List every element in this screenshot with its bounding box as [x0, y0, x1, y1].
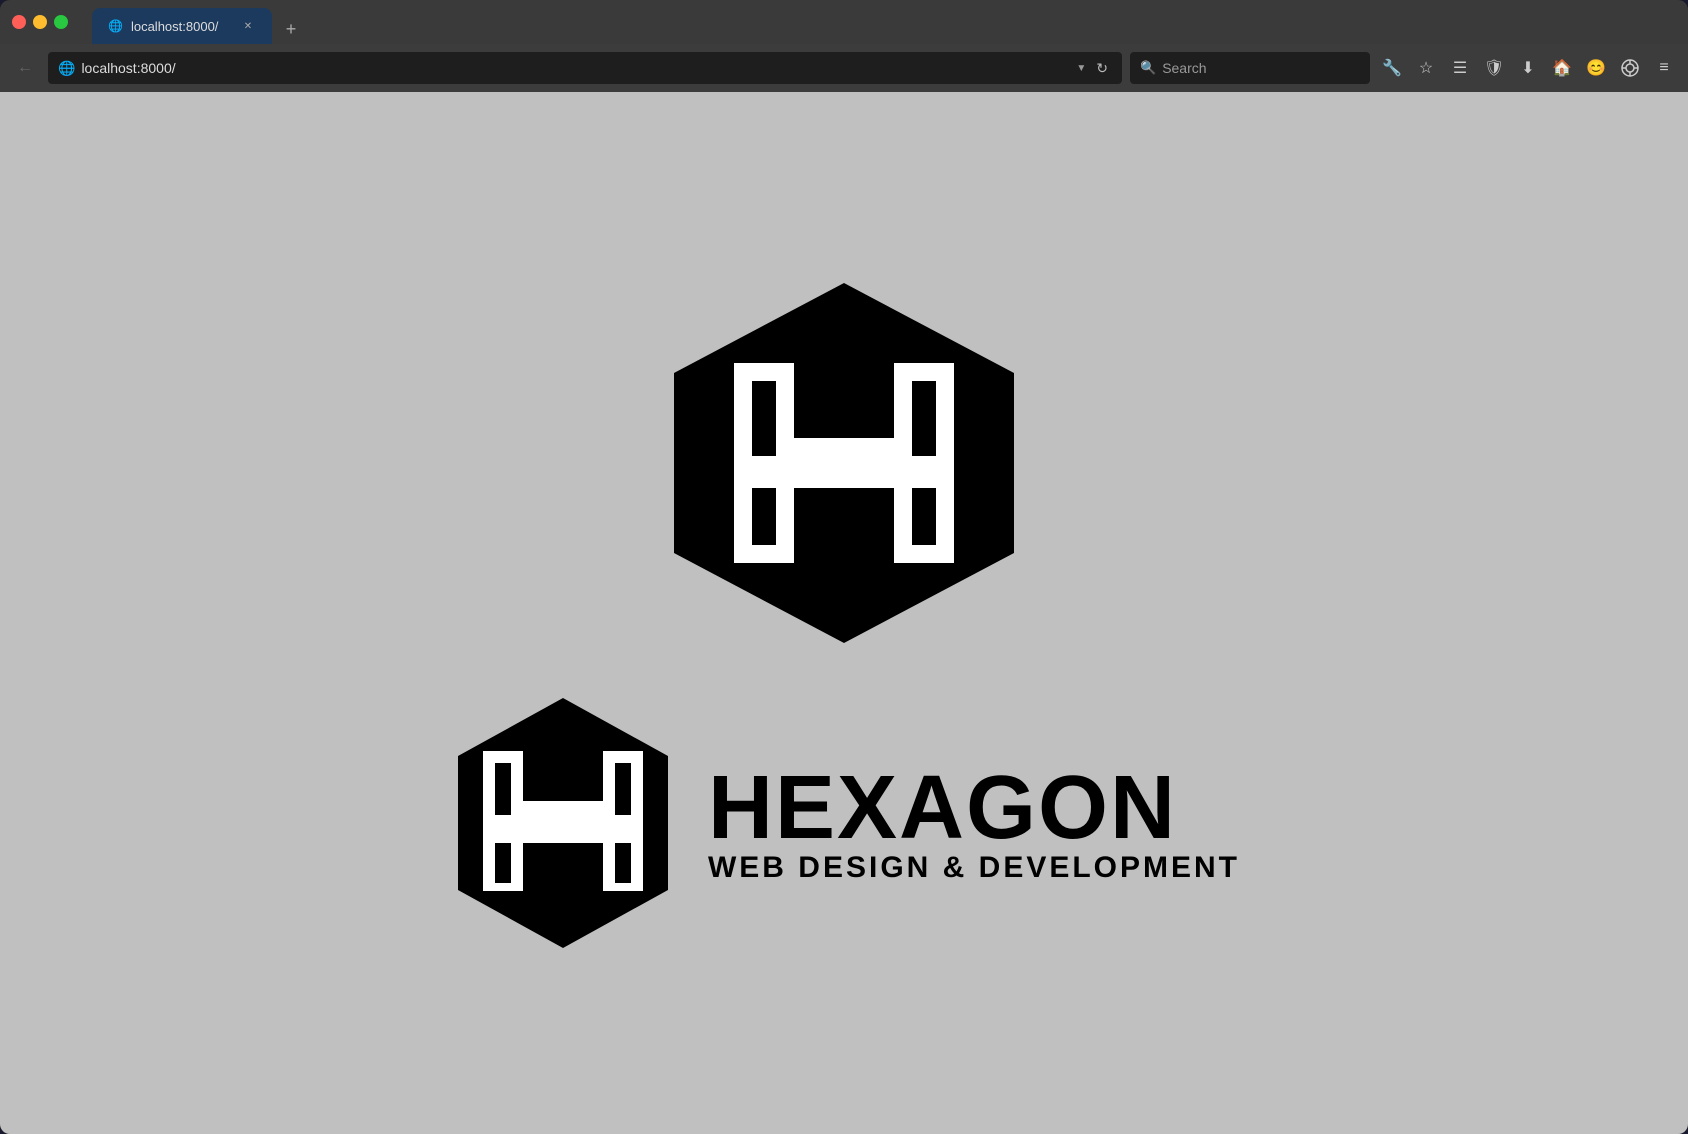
globe-icon: 🌐 — [58, 60, 75, 77]
tab-close-button[interactable]: ✕ — [240, 18, 256, 34]
back-button[interactable]: ← — [10, 53, 40, 83]
reader-icon[interactable]: ☰ — [1446, 54, 1474, 82]
tab-bar: 🌐 localhost:8000/ ✕ + — [92, 0, 306, 44]
active-tab[interactable]: 🌐 localhost:8000/ ✕ — [92, 8, 272, 44]
home-icon[interactable]: 🏠 — [1548, 54, 1576, 82]
wrench-icon[interactable]: 🔧 — [1378, 54, 1406, 82]
nav-bar: ← 🌐 localhost:8000/ ▼ ↻ 🔍 Search 🔧 ☆ ☰ 🛡… — [0, 44, 1688, 92]
large-hexagon-logo — [654, 273, 1034, 653]
menu-button[interactable]: ≡ — [1650, 54, 1678, 82]
close-button[interactable] — [12, 15, 26, 29]
search-bar[interactable]: 🔍 Search — [1130, 52, 1370, 84]
title-bar: 🌐 localhost:8000/ ✕ + — [0, 0, 1688, 44]
logo-bottom: HEXAGON WEB DESIGN & DEVELOPMENT — [448, 693, 1240, 953]
page-content: HEXAGON WEB DESIGN & DEVELOPMENT — [0, 92, 1688, 1134]
reload-button[interactable]: ↻ — [1092, 56, 1112, 81]
company-subtitle: WEB DESIGN & DEVELOPMENT — [708, 853, 1240, 883]
search-placeholder-text: Search — [1162, 60, 1206, 76]
tab-title: localhost:8000/ — [131, 19, 218, 34]
url-text: localhost:8000/ — [81, 60, 1070, 76]
download-icon[interactable]: ⬇ — [1514, 54, 1542, 82]
browser-window: 🌐 localhost:8000/ ✕ + ← 🌐 localhost:8000… — [0, 0, 1688, 1134]
extension-icon[interactable] — [1616, 54, 1644, 82]
company-name-block: HEXAGON WEB DESIGN & DEVELOPMENT — [708, 763, 1240, 883]
toolbar-icons: 🔧 ☆ ☰ 🛡 ⬇ 🏠 😊 ≡ — [1378, 54, 1678, 82]
maximize-button[interactable] — [54, 15, 68, 29]
dropdown-arrow-icon[interactable]: ▼ — [1076, 63, 1086, 74]
search-icon: 🔍 — [1140, 60, 1156, 76]
minimize-button[interactable] — [33, 15, 47, 29]
company-title: HEXAGON — [708, 763, 1240, 853]
small-hexagon-logo — [448, 693, 678, 953]
logo-top — [654, 273, 1034, 653]
bookmark-icon[interactable]: ☆ — [1412, 54, 1440, 82]
emoji-icon[interactable]: 😊 — [1582, 54, 1610, 82]
pocket-icon[interactable]: 🛡 — [1480, 54, 1508, 82]
traffic-lights — [12, 15, 68, 29]
new-tab-button[interactable]: + — [276, 14, 306, 44]
address-bar[interactable]: 🌐 localhost:8000/ ▼ ↻ — [48, 52, 1122, 84]
